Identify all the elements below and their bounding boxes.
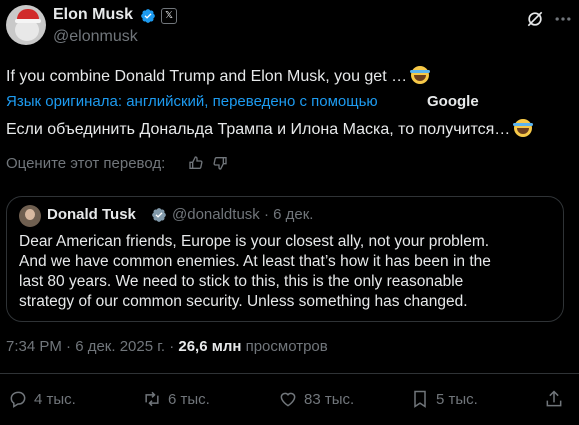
tears-of-joy-emoji-icon xyxy=(410,66,431,84)
post-translated-text: Если объединить Дональда Трампа и Илона … xyxy=(6,121,511,138)
like-button[interactable]: 83 тыс. xyxy=(278,389,354,409)
rate-translation-label: Оцените этот перевод: xyxy=(6,155,166,172)
quoted-author-name[interactable]: Donald Tusk xyxy=(47,206,136,223)
verified-badge-icon xyxy=(152,208,166,222)
quoted-post[interactable]: Donald Tusk @donaldtusk · 6 дек. Dear Am… xyxy=(6,196,564,322)
like-count: 83 тыс. xyxy=(304,390,355,408)
author-avatar[interactable] xyxy=(6,5,46,45)
reply-button[interactable]: 4 тыс. xyxy=(8,389,76,409)
translated-text: Если объединить Дональда Трампа и Илона … xyxy=(6,119,534,139)
author-name[interactable]: Elon Musk xyxy=(53,6,133,24)
author-handle[interactable]: @elonmusk xyxy=(53,28,138,46)
post: Elon Musk 𝕏 @elonmusk If you combine Don… xyxy=(0,0,579,425)
x-affiliate-badge: 𝕏 xyxy=(161,8,177,24)
bookmark-icon xyxy=(414,390,426,408)
quoted-text-line: And we have common enemies. At least tha… xyxy=(19,253,491,270)
share-button[interactable] xyxy=(544,389,570,409)
views-label: просмотров xyxy=(241,338,328,355)
thumb-up-icon[interactable] xyxy=(188,155,204,171)
views-count: 26,6 млн xyxy=(178,338,242,355)
post-original-text: If you combine Donald Trump and Elon Mus… xyxy=(6,68,408,85)
quoted-post-text: Dear American friends, Europe is your cl… xyxy=(19,232,555,312)
post-timestamp[interactable]: 7:34 PM · 6 дек. 2025 г. · xyxy=(6,338,178,355)
post-text: If you combine Donald Trump and Elon Mus… xyxy=(6,66,431,86)
bookmark-button[interactable]: 5 тыс. xyxy=(410,389,478,409)
reply-count: 4 тыс. xyxy=(34,390,76,408)
share-icon xyxy=(546,390,562,407)
quoted-text-line: strategy of our common security. Unless … xyxy=(19,293,468,310)
divider xyxy=(0,373,579,374)
heart-icon xyxy=(280,392,296,407)
quoted-author-handle-date[interactable]: @donaldtusk · 6 дек. xyxy=(172,206,313,223)
repost-button[interactable]: 6 тыс. xyxy=(142,389,210,409)
quoted-text-line: Dear American friends, Europe is your cl… xyxy=(19,233,490,250)
reply-icon xyxy=(10,391,26,408)
bookmark-count: 5 тыс. xyxy=(436,390,478,408)
more-options-icon[interactable] xyxy=(553,9,573,29)
repost-icon xyxy=(145,391,159,407)
post-meta: 7:34 PM · 6 дек. 2025 г. · 26,6 млн прос… xyxy=(6,338,328,355)
repost-count: 6 тыс. xyxy=(168,390,210,408)
google-translate-logo: Google xyxy=(427,93,479,110)
quoted-text-line: last 80 years. We need to stick to this,… xyxy=(19,273,464,290)
verified-badge-icon xyxy=(141,9,155,23)
quoted-author-avatar[interactable] xyxy=(19,205,41,227)
grok-icon[interactable] xyxy=(525,9,545,29)
tears-of-joy-emoji-icon xyxy=(513,119,534,137)
translation-note[interactable]: Язык оригинала: английский, переведено с… xyxy=(6,93,378,110)
thumb-down-icon[interactable] xyxy=(212,155,228,171)
